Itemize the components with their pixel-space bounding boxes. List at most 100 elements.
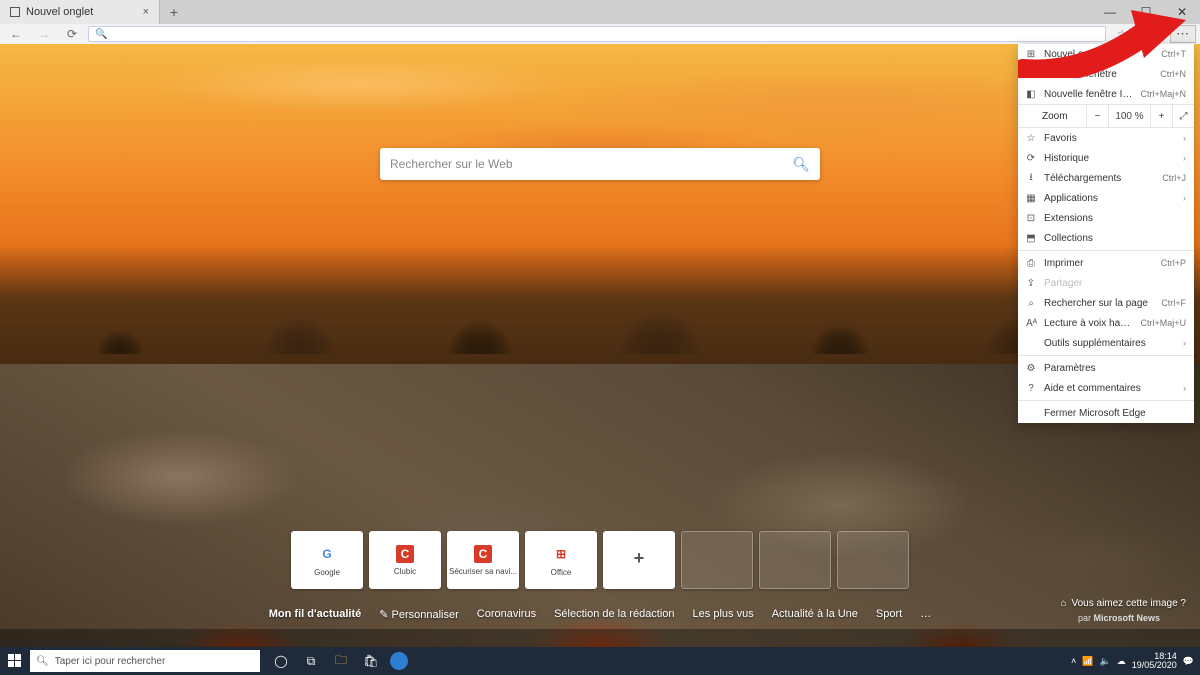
start-button[interactable]	[0, 647, 30, 675]
tile-office[interactable]: ⊞ Office	[525, 531, 597, 589]
profile-button[interactable]: 👤	[1138, 25, 1162, 43]
back-button[interactable]: ←	[4, 25, 28, 43]
feed-separator	[0, 629, 1200, 647]
tray-notifications-icon[interactable]: 💬	[1183, 656, 1194, 667]
feed-tab-more[interactable]: …	[920, 608, 931, 620]
fullscreen-button[interactable]: ⤢	[1172, 105, 1194, 127]
feed-tab-editorial[interactable]: Sélection de la rédaction	[554, 608, 674, 620]
gear-icon: ⚙	[1026, 363, 1036, 374]
chevron-right-icon: ›	[1183, 153, 1186, 163]
menu-downloads[interactable]: ⭳TéléchargementsCtrl+J	[1018, 168, 1194, 188]
tile-icon: C	[474, 545, 492, 563]
tray-chevron-icon[interactable]: ˄	[1071, 656, 1076, 666]
menu-share: ⇪Partager	[1018, 273, 1194, 293]
tile-add[interactable]: +	[603, 531, 675, 589]
search-submit-icon[interactable]: 🔍︎	[792, 156, 810, 173]
tile-label: Clubic	[394, 567, 416, 576]
collections-icon: ⬒	[1026, 233, 1036, 244]
tile-label: Google	[314, 568, 340, 577]
window-icon: ❐	[1026, 69, 1036, 80]
menu-collections[interactable]: ⬒Collections	[1018, 228, 1194, 248]
feed-tab-corona[interactable]: Coronavirus	[477, 608, 536, 620]
quick-links-tiles: G Google C Clubic C Sécuriser sa navi...…	[291, 531, 909, 589]
address-bar[interactable]: 🔍	[88, 26, 1106, 42]
settings-more-button[interactable]: ⋯	[1170, 25, 1196, 43]
tile-clubic[interactable]: C Clubic	[369, 531, 441, 589]
feed-tab-mostviewed[interactable]: Les plus vus	[693, 608, 754, 620]
browser-tab[interactable]: Nouvel onglet ×	[0, 0, 160, 24]
window-maximize-button[interactable]: ☐	[1128, 0, 1164, 24]
web-search-box[interactable]: Rechercher sur le Web 🔍︎	[380, 148, 820, 180]
print-icon: ⎙	[1026, 258, 1036, 269]
window-close-button[interactable]: ✕	[1164, 0, 1200, 24]
menu-history[interactable]: ⟳Historique›	[1018, 148, 1194, 168]
taskbar-clock[interactable]: 18:14 19/05/2020	[1132, 652, 1177, 671]
windows-taskbar: 🔍︎ Taper ici pour rechercher ◯ ⧉ 🗀 🛍 ˄ 📶…	[0, 647, 1200, 675]
tile-securiser[interactable]: C Sécuriser sa navi...	[447, 531, 519, 589]
tray-network-icon[interactable]: 📶	[1082, 656, 1093, 667]
news-credit: par Microsoft News	[1078, 613, 1160, 623]
tile-google[interactable]: G Google	[291, 531, 363, 589]
feed-tab-topnews[interactable]: Actualité à la Une	[772, 608, 858, 620]
chevron-right-icon: ›	[1183, 193, 1186, 203]
menu-favorites[interactable]: ☆Favoris›	[1018, 128, 1194, 148]
search-placeholder: Rechercher sur le Web	[390, 157, 513, 171]
star-icon: ☆	[1026, 133, 1036, 144]
tile-label: Sécuriser sa navi...	[449, 567, 517, 576]
history-icon: ⟳	[1026, 153, 1036, 164]
clock-date: 19/05/2020	[1132, 661, 1177, 670]
share-icon: ⇪	[1026, 278, 1036, 289]
menu-zoom: Zoom − 100 % + ⤢	[1018, 104, 1194, 128]
search-icon: 🔍︎	[36, 656, 49, 667]
menu-help[interactable]: ?Aide et commentaires›	[1018, 378, 1194, 398]
menu-settings[interactable]: ⚙Paramètres	[1018, 358, 1194, 378]
menu-more-tools[interactable]: Outils supplémentaires›	[1018, 333, 1194, 353]
menu-close-edge[interactable]: Fermer Microsoft Edge	[1018, 403, 1194, 423]
feed-tab-myfeed[interactable]: Mon fil d'actualité	[269, 608, 361, 620]
edge-icon[interactable]	[390, 652, 408, 670]
extension-icon: ⊡	[1026, 213, 1036, 224]
tile-label: Office	[551, 568, 572, 577]
menu-read-aloud[interactable]: AᴬLecture à voix hauteCtrl+Maj+U	[1018, 313, 1194, 333]
tray-onedrive-icon[interactable]: ☁	[1117, 656, 1126, 667]
zoom-label: Zoom	[1018, 111, 1086, 122]
inprivate-icon: ◧	[1026, 89, 1036, 100]
settings-menu: ⊞Nouvel ongletCtrl+T ❐Nouvelle fenêtreCt…	[1018, 44, 1194, 423]
window-minimize-button[interactable]: —	[1092, 0, 1128, 24]
newtab-icon: ⊞	[1026, 49, 1036, 60]
menu-apps[interactable]: ▦Applications›	[1018, 188, 1194, 208]
taskbar-apps: ◯ ⧉ 🗀 🛍	[270, 650, 408, 672]
window-controls: — ☐ ✕	[1092, 0, 1200, 24]
feed-tab-personalize[interactable]: ✎ Personnaliser	[379, 608, 459, 621]
search-icon: 🔍	[95, 29, 107, 40]
menu-new-tab[interactable]: ⊞Nouvel ongletCtrl+T	[1018, 44, 1194, 64]
refresh-button[interactable]: ⟳	[60, 25, 84, 43]
tile-empty	[837, 531, 909, 589]
menu-extensions[interactable]: ⊡Extensions	[1018, 208, 1194, 228]
download-icon: ⭳	[1026, 170, 1036, 187]
taskview-icon[interactable]: ⧉	[300, 650, 322, 672]
taskbar-search[interactable]: 🔍︎ Taper ici pour rechercher	[30, 650, 260, 672]
find-icon: ⌕	[1026, 298, 1036, 309]
zoom-out-button[interactable]: −	[1086, 105, 1108, 127]
menu-find[interactable]: ⌕Rechercher sur la pageCtrl+F	[1018, 293, 1194, 313]
store-icon[interactable]: 🛍	[360, 650, 382, 672]
tab-strip: Nouvel onglet × + — ☐ ✕	[0, 0, 1200, 24]
menu-print[interactable]: ⎙ImprimerCtrl+P	[1018, 253, 1194, 273]
tab-title: Nouvel onglet	[26, 6, 93, 18]
tile-empty	[681, 531, 753, 589]
menu-new-window[interactable]: ❐Nouvelle fenêtreCtrl+N	[1018, 64, 1194, 84]
tab-close-icon[interactable]: ×	[143, 6, 149, 18]
favorite-button[interactable]: ☆	[1110, 25, 1134, 43]
menu-inprivate[interactable]: ◧Nouvelle fenêtre InPrivateCtrl+Maj+N	[1018, 84, 1194, 104]
tray-volume-icon[interactable]: 🔈	[1100, 656, 1111, 667]
new-tab-button[interactable]: +	[160, 0, 188, 24]
zoom-in-button[interactable]: +	[1150, 105, 1172, 127]
taskbar-search-placeholder: Taper ici pour rechercher	[55, 656, 166, 667]
explorer-icon[interactable]: 🗀	[330, 650, 352, 672]
feed-tab-sport[interactable]: Sport	[876, 608, 902, 620]
chevron-right-icon: ›	[1183, 383, 1186, 393]
forward-button[interactable]: →	[32, 25, 56, 43]
tile-icon: ⊞	[551, 544, 571, 564]
cortana-icon[interactable]: ◯	[270, 650, 292, 672]
